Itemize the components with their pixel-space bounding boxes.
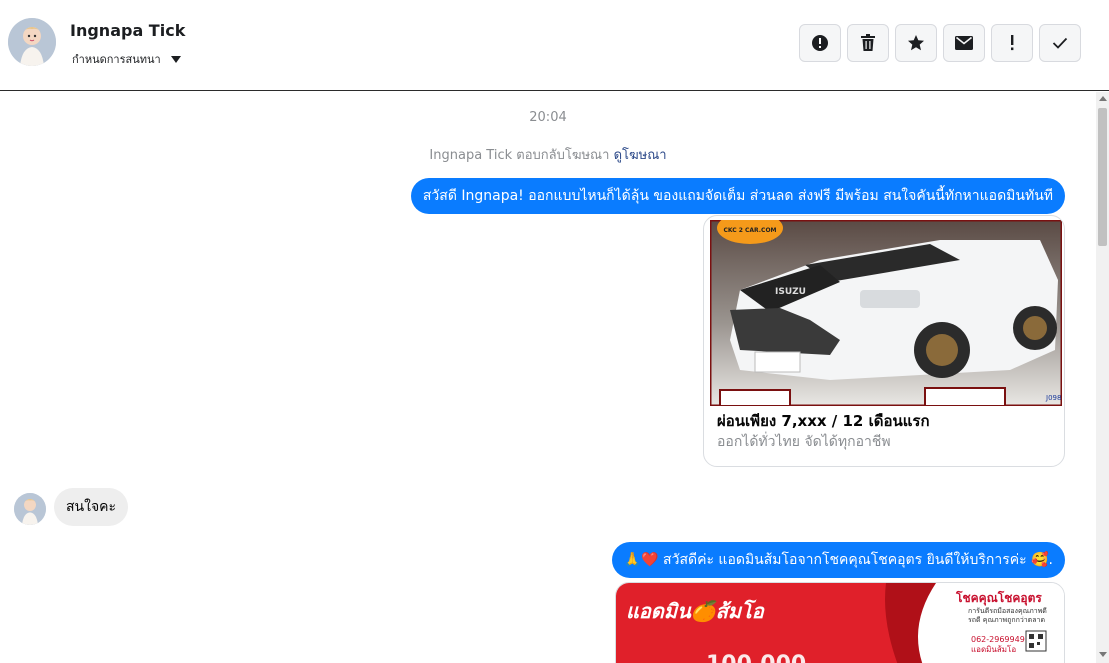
view-ad-link[interactable]: ดูโฆษณา — [614, 148, 667, 163]
ad-reply-text: Ingnapa Tick ตอบกลับโฆษณา — [429, 148, 610, 163]
svg-text:100,000: 100,000 — [706, 652, 806, 663]
envelope-icon — [955, 36, 973, 50]
caret-down-icon — [170, 55, 181, 63]
star-icon — [908, 35, 924, 51]
promo-brand: โชคคุณโชคอุตร — [956, 591, 1042, 605]
alert-circle-icon — [812, 35, 828, 51]
promo-logo-text: แอดมิน🍊ส้มโอ — [626, 599, 764, 623]
exclamation-icon — [1011, 35, 1014, 51]
promo-tagline: การันตีรถมือสองคุณภาพดี รถดี คุณภาพถูกกว… — [968, 607, 1047, 624]
ad-card[interactable]: CKC 2 CAR.COM ISUZU J098 ผ่อนเพียง 7,xxx… — [703, 215, 1065, 467]
message-timestamp: 20:04 — [529, 110, 567, 125]
promo-image-card[interactable]: 100,000 แอดมิน🍊ส้มโอ โชคคุณโชคอุตร การัน… — [615, 582, 1065, 663]
conversation-header: Ingnapa Tick กำหนดการสนทนา — [0, 0, 1109, 91]
trash-icon — [861, 34, 875, 51]
mark-unread-button[interactable] — [943, 24, 985, 62]
report-spam-button[interactable] — [799, 24, 841, 62]
ad-image-pickup-truck[interactable]: CKC 2 CAR.COM ISUZU J098 — [710, 220, 1062, 406]
chat-scrollbar[interactable] — [1096, 92, 1109, 663]
scroll-down-arrow-icon[interactable] — [1099, 652, 1107, 657]
follow-up-button[interactable] — [991, 24, 1033, 62]
scroll-up-arrow-icon[interactable] — [1099, 96, 1107, 101]
conversation-actions — [799, 24, 1081, 62]
contact-avatar[interactable] — [8, 18, 56, 66]
contact-name[interactable]: Ingnapa Tick — [70, 21, 185, 40]
mark-done-button[interactable] — [1039, 24, 1081, 62]
scrollbar-thumb[interactable] — [1098, 108, 1107, 246]
outgoing-message[interactable]: 🙏❤️ สวัสดีค่ะ แอดมินส้มโอจากโชคคุณโชคอุต… — [611, 542, 1065, 578]
svg-text:CKC 2 CAR.COM: CKC 2 CAR.COM — [723, 227, 776, 234]
message-thread[interactable]: 20:04 Ingnapa Tick ตอบกลับโฆษณา ดูโฆษณา … — [0, 92, 1096, 663]
ad-card-title: ผ่อนเพียง 7,xxx / 12 เดือนแรก — [717, 412, 930, 430]
sender-avatar — [14, 493, 46, 525]
star-button[interactable] — [895, 24, 937, 62]
promo-phone: 062-2969949 แอดมินส้มโอ — [971, 635, 1025, 654]
outgoing-message[interactable]: สวัสดี Ingnapa! ออกแบบไหนก็ได้ลุ้น ของแถ… — [410, 178, 1065, 214]
ad-reply-notice: Ingnapa Tick ตอบกลับโฆษณา ดูโฆษณา — [0, 144, 1096, 165]
ad-card-subtitle: ออกได้ทั่วไทย จัดได้ทุกอาชีพ — [717, 434, 891, 450]
delete-button[interactable] — [847, 24, 889, 62]
assign-label: กำหนดการสนทนา — [72, 53, 161, 66]
check-icon — [1052, 37, 1068, 49]
svg-text:J098: J098 — [1045, 394, 1061, 402]
assign-conversation-dropdown[interactable]: กำหนดการสนทนา — [72, 50, 181, 68]
svg-text:ISUZU: ISUZU — [775, 287, 806, 297]
incoming-message[interactable]: สนใจคะ — [54, 488, 129, 526]
